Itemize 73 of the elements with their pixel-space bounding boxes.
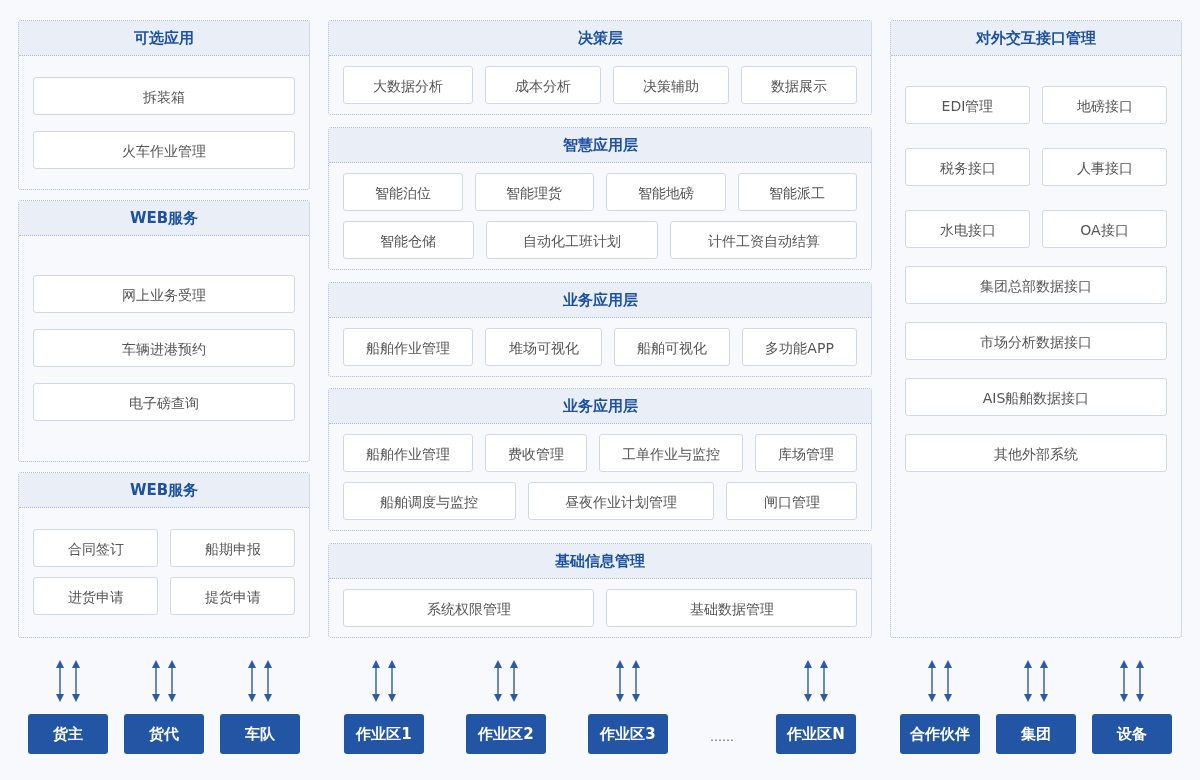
terminal-box: 作业区1 [344, 714, 424, 754]
module-box: 智能仓储 [343, 220, 474, 259]
module-box: 市场分析数据接口 [905, 322, 1167, 360]
module-box: 进货申请 [33, 577, 158, 616]
module-box: 智能地磅 [606, 172, 726, 211]
module-box: 税务接口 [905, 148, 1030, 186]
panel-title: WEB服务 [19, 201, 309, 237]
module-box: 提货申请 [170, 577, 295, 616]
panel-title: WEB服务 [19, 472, 309, 508]
terminal-box: 设备 [1092, 714, 1172, 754]
module-box: EDI管理 [905, 86, 1030, 124]
module-box: 决策辅助 [613, 66, 729, 104]
module-box: 船期申报 [170, 529, 295, 568]
panel-title: 基础信息管理 [329, 544, 871, 579]
panel-title: 可选应用 [19, 21, 309, 56]
bidirectional-arrows-icon [55, 660, 81, 702]
module-box: 人事接口 [1042, 148, 1167, 186]
terminal-box: 车队 [220, 714, 300, 754]
module-box: 基础数据管理 [606, 589, 857, 627]
panel-title: 智慧应用层 [329, 127, 871, 163]
module-box: 船舶调度与监控 [343, 482, 516, 521]
module-box: 地磅接口 [1042, 86, 1167, 124]
module-box: 网上业务受理 [33, 275, 295, 314]
terminal-box: 集团 [996, 714, 1076, 754]
module-box: 堆场可视化 [485, 327, 602, 366]
module-box: 智能泊位 [343, 172, 463, 211]
bidirectional-arrows-icon [493, 660, 519, 702]
module-box: 计件工资自动结算 [670, 220, 857, 259]
module-box: 火车作业管理 [33, 130, 295, 169]
module-box: 闸口管理 [726, 482, 857, 521]
module-box: 车辆进港预约 [33, 329, 295, 368]
panel-title: 对外交互接口管理 [891, 21, 1181, 56]
module-box: 费收管理 [485, 434, 587, 473]
module-box: 智能派工 [737, 172, 857, 211]
module-box: 集团总部数据接口 [905, 266, 1167, 304]
terminal-box: 作业区2 [466, 714, 546, 754]
bidirectional-arrows-icon [1023, 660, 1049, 702]
module-box: 智能理货 [474, 172, 594, 211]
module-box: AIS船舶数据接口 [905, 378, 1167, 416]
bidirectional-arrows-icon [1119, 660, 1145, 702]
module-box: 船舶可视化 [613, 327, 731, 366]
bidirectional-arrows-icon [803, 660, 829, 702]
ellipsis: …… [710, 730, 734, 744]
module-box: 船舶作业管理 [343, 327, 474, 366]
module-box: 大数据分析 [343, 66, 473, 104]
terminal-box: 货主 [28, 714, 108, 754]
module-box: 合同签订 [33, 529, 158, 568]
panel-title: 业务应用层 [329, 282, 871, 318]
module-box: 多功能APP [742, 327, 858, 366]
module-box: 昼夜作业计划管理 [527, 482, 715, 521]
module-box: 成本分析 [485, 66, 601, 104]
bidirectional-arrows-icon [371, 660, 397, 702]
bidirectional-arrows-icon [247, 660, 273, 702]
module-box: 拆装箱 [33, 76, 295, 115]
terminal-box: 作业区3 [588, 714, 668, 754]
bidirectional-arrows-icon [151, 660, 177, 702]
bidirectional-arrows-icon [927, 660, 953, 702]
module-box: 数据展示 [741, 66, 857, 104]
module-box: 电子磅查询 [33, 383, 295, 422]
module-box: 系统权限管理 [343, 589, 594, 627]
terminal-box: 合作伙伴 [900, 714, 980, 754]
terminal-box: 货代 [124, 714, 204, 754]
panel-title: 业务应用层 [329, 389, 871, 425]
module-box: 库场管理 [755, 434, 857, 473]
module-box: 工单作业与监控 [599, 434, 743, 473]
module-box: 其他外部系统 [905, 434, 1167, 472]
module-box: 船舶作业管理 [343, 434, 473, 473]
bidirectional-arrows-icon [615, 660, 641, 702]
terminal-box: 作业区N [776, 714, 856, 754]
module-box: 水电接口 [905, 210, 1030, 248]
module-box: OA接口 [1042, 210, 1167, 248]
module-box: 自动化工班计划 [485, 220, 659, 259]
panel-title: 决策层 [329, 21, 871, 56]
